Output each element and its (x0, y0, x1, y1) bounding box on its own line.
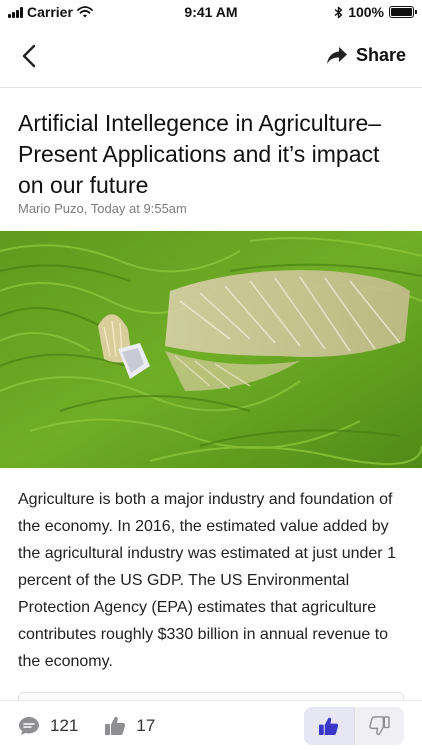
status-bar: Carrier 9:41 AM 100% (0, 0, 422, 24)
battery-icon (389, 6, 417, 18)
share-label: Share (355, 45, 406, 65)
vote-toggle (304, 707, 404, 745)
carrier-indicator: Carrier (8, 4, 93, 20)
like-count: 17 (136, 715, 156, 735)
signal-icon (8, 6, 23, 18)
share-button[interactable]: Share (326, 45, 406, 66)
share-arrow-icon (326, 46, 347, 64)
article-hero-image (0, 231, 422, 468)
upvote-button[interactable] (304, 707, 354, 745)
thumbs-up-icon (319, 717, 339, 736)
thumbs-down-icon (368, 716, 390, 736)
battery-percent: 100% (348, 4, 384, 20)
engagement-bar: 121 17 (0, 700, 422, 750)
comment-count: 121 (50, 715, 79, 735)
bluetooth-icon (334, 6, 343, 18)
article-byline: Mario Puzo, Today at 9:55am (18, 201, 187, 216)
article-body: Agriculture is both a major industry and… (18, 491, 396, 670)
downvote-button[interactable] (355, 707, 405, 745)
carrier-label: Carrier (27, 4, 73, 20)
navigation-bar: Share (0, 24, 422, 88)
wifi-icon (77, 6, 93, 18)
back-button[interactable] (14, 36, 44, 76)
article-title: Artificial Intellegence in Agriculture–P… (18, 110, 382, 198)
thumbs-up-icon (105, 716, 126, 735)
likes-button[interactable]: 17 (104, 715, 155, 736)
comments-button[interactable]: 121 (18, 716, 78, 736)
comment-bubble-icon (19, 716, 39, 735)
chevron-left-icon (22, 44, 36, 67)
